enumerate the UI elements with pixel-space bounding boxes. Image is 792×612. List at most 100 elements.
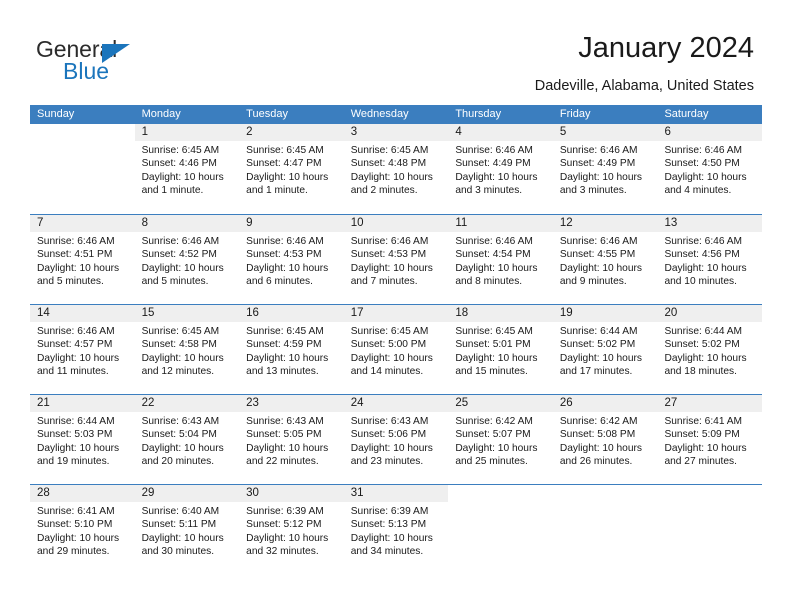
sunrise-text: Sunrise: 6:46 AM	[141, 236, 220, 247]
day-details: Sunrise: 6:45 AM Sunset: 4:47 PM Dayligh…	[239, 141, 344, 198]
week-row: 7 Sunrise: 6:46 AM Sunset: 4:51 PM Dayli…	[30, 214, 763, 304]
weekday-header-monday: Monday	[141, 108, 181, 120]
day-details	[30, 141, 135, 144]
sunset-text: Sunset: 4:50 PM	[664, 158, 740, 170]
day-cell[interactable]: 13 Sunrise: 6:46 AM Sunset: 4:56 PM Dayl…	[657, 215, 763, 304]
sunrise-text: Sunrise: 6:45 AM	[350, 145, 429, 156]
day-cell[interactable]: 3 Sunrise: 6:45 AM Sunset: 4:48 PM Dayli…	[343, 124, 449, 214]
day-cell[interactable]: 22 Sunrise: 6:43 AM Sunset: 5:04 PM Dayl…	[134, 395, 240, 484]
sunrise-text: Sunrise: 6:44 AM	[664, 326, 743, 337]
day-details: Sunrise: 6:45 AM Sunset: 5:00 PM Dayligh…	[344, 322, 449, 379]
day-number: 15	[134, 305, 240, 322]
sunset-text: Sunset: 4:53 PM	[350, 249, 427, 261]
sunrise-text: Sunrise: 6:46 AM	[37, 236, 115, 247]
day-cell[interactable]: 30 Sunrise: 6:39 AM Sunset: 5:12 PM Dayl…	[239, 485, 344, 574]
day-details: Sunrise: 6:44 AM Sunset: 5:02 PM Dayligh…	[657, 322, 762, 379]
day-details: Sunrise: 6:39 AM Sunset: 5:13 PM Dayligh…	[344, 502, 449, 559]
day-number: 26	[552, 395, 658, 412]
day-cell[interactable]: 1 Sunrise: 6:45 AM Sunset: 4:46 PM Dayli…	[134, 124, 240, 214]
day-number: 10	[343, 215, 449, 232]
sunrise-text: Sunrise: 6:45 AM	[141, 145, 220, 156]
day-number: 25	[448, 395, 553, 412]
daylight-text: Daylight: 10 hours and 9 minutes.	[559, 262, 643, 288]
daylight-text: Daylight: 10 hours and 1 minute.	[246, 171, 329, 197]
day-cell[interactable]: 23 Sunrise: 6:43 AM Sunset: 5:05 PM Dayl…	[239, 395, 344, 484]
day-details: Sunrise: 6:44 AM Sunset: 5:03 PM Dayligh…	[30, 412, 135, 469]
day-details: Sunrise: 6:46 AM Sunset: 4:56 PM Dayligh…	[657, 232, 762, 289]
sunset-text: Sunset: 4:48 PM	[350, 158, 427, 170]
day-cell[interactable]: 20 Sunrise: 6:44 AM Sunset: 5:02 PM Dayl…	[657, 305, 763, 394]
sunrise-text: Sunrise: 6:46 AM	[246, 236, 324, 247]
sunrise-text: Sunrise: 6:43 AM	[246, 416, 324, 427]
daylight-text: Daylight: 10 hours and 34 minutes.	[350, 532, 433, 558]
sunset-text: Sunset: 5:12 PM	[246, 519, 322, 531]
day-cell[interactable]: 18 Sunrise: 6:45 AM Sunset: 5:01 PM Dayl…	[448, 305, 553, 394]
day-cell[interactable]: 12 Sunrise: 6:46 AM Sunset: 4:55 PM Dayl…	[552, 215, 658, 304]
sunset-text: Sunset: 4:46 PM	[141, 158, 217, 170]
day-cell[interactable]: 14 Sunrise: 6:46 AM Sunset: 4:57 PM Dayl…	[30, 305, 135, 394]
day-cell[interactable]	[552, 485, 658, 574]
day-cell[interactable]: 21 Sunrise: 6:44 AM Sunset: 5:03 PM Dayl…	[30, 395, 135, 484]
daylight-text: Daylight: 10 hours and 30 minutes.	[141, 532, 224, 558]
day-number: 5	[552, 124, 658, 141]
weekday-header-sunday: Sunday	[37, 108, 75, 120]
day-cell[interactable]: 27 Sunrise: 6:41 AM Sunset: 5:09 PM Dayl…	[657, 395, 763, 484]
sunrise-text: Sunrise: 6:46 AM	[37, 326, 115, 337]
day-cell[interactable]: 25 Sunrise: 6:42 AM Sunset: 5:07 PM Dayl…	[448, 395, 553, 484]
day-cell[interactable]: 17 Sunrise: 6:45 AM Sunset: 5:00 PM Dayl…	[343, 305, 449, 394]
sunrise-text: Sunrise: 6:42 AM	[455, 416, 533, 427]
day-number: 14	[30, 305, 135, 322]
day-cell[interactable]: 5 Sunrise: 6:46 AM Sunset: 4:49 PM Dayli…	[552, 124, 658, 214]
day-details: Sunrise: 6:46 AM Sunset: 4:54 PM Dayligh…	[448, 232, 553, 289]
day-cell[interactable]	[30, 124, 135, 214]
day-cell[interactable]: 26 Sunrise: 6:42 AM Sunset: 5:08 PM Dayl…	[552, 395, 658, 484]
day-number: 23	[239, 395, 344, 412]
daylight-text: Daylight: 10 hours and 17 minutes.	[559, 352, 643, 378]
day-cell[interactable]	[448, 485, 553, 574]
day-number: 7	[30, 215, 135, 232]
sunrise-text: Sunrise: 6:45 AM	[455, 326, 533, 337]
sunset-text: Sunset: 4:49 PM	[455, 158, 531, 170]
day-cell[interactable]: 24 Sunrise: 6:43 AM Sunset: 5:06 PM Dayl…	[343, 395, 449, 484]
day-details: Sunrise: 6:45 AM Sunset: 4:59 PM Dayligh…	[239, 322, 344, 379]
sunset-text: Sunset: 5:11 PM	[141, 519, 217, 531]
day-number: 16	[239, 305, 344, 322]
day-cell[interactable]: 31 Sunrise: 6:39 AM Sunset: 5:13 PM Dayl…	[343, 485, 449, 574]
sunset-text: Sunset: 4:52 PM	[141, 249, 217, 261]
daylight-text: Daylight: 10 hours and 19 minutes.	[37, 442, 120, 468]
day-details: Sunrise: 6:39 AM Sunset: 5:12 PM Dayligh…	[239, 502, 344, 559]
calendar-page: General Blue January 2024 Dadeville, Ala…	[0, 0, 792, 612]
day-details: Sunrise: 6:43 AM Sunset: 5:04 PM Dayligh…	[135, 412, 240, 469]
day-cell[interactable]: 10 Sunrise: 6:46 AM Sunset: 4:53 PM Dayl…	[343, 215, 449, 304]
daylight-text: Daylight: 10 hours and 4 minutes.	[664, 171, 747, 197]
daylight-text: Daylight: 10 hours and 5 minutes.	[141, 262, 224, 288]
day-cell[interactable]: 16 Sunrise: 6:45 AM Sunset: 4:59 PM Dayl…	[239, 305, 344, 394]
day-cell[interactable]: 4 Sunrise: 6:46 AM Sunset: 4:49 PM Dayli…	[448, 124, 553, 214]
day-details: Sunrise: 6:46 AM Sunset: 4:53 PM Dayligh…	[239, 232, 344, 289]
sunset-text: Sunset: 5:02 PM	[664, 339, 740, 351]
day-details: Sunrise: 6:45 AM Sunset: 4:48 PM Dayligh…	[344, 141, 449, 198]
day-cell[interactable]: 9 Sunrise: 6:46 AM Sunset: 4:53 PM Dayli…	[239, 215, 344, 304]
day-cell[interactable]: 11 Sunrise: 6:46 AM Sunset: 4:54 PM Dayl…	[448, 215, 553, 304]
day-cell[interactable]: 7 Sunrise: 6:46 AM Sunset: 4:51 PM Dayli…	[30, 215, 135, 304]
day-cell[interactable]: 15 Sunrise: 6:45 AM Sunset: 4:58 PM Dayl…	[134, 305, 240, 394]
day-cell[interactable]: 6 Sunrise: 6:46 AM Sunset: 4:50 PM Dayli…	[657, 124, 763, 214]
day-cell[interactable]: 28 Sunrise: 6:41 AM Sunset: 5:10 PM Dayl…	[30, 485, 135, 574]
sunset-text: Sunset: 5:05 PM	[246, 429, 322, 441]
day-cell[interactable]: 8 Sunrise: 6:46 AM Sunset: 4:52 PM Dayli…	[134, 215, 240, 304]
daylight-text: Daylight: 10 hours and 1 minute.	[141, 171, 224, 197]
day-details	[657, 502, 762, 505]
sunset-text: Sunset: 5:08 PM	[559, 429, 636, 441]
logo-text-blue: Blue	[63, 58, 110, 84]
daylight-text: Daylight: 10 hours and 27 minutes.	[664, 442, 747, 468]
sunset-text: Sunset: 5:02 PM	[559, 339, 636, 351]
day-number: 31	[343, 485, 449, 502]
day-details: Sunrise: 6:46 AM Sunset: 4:55 PM Dayligh…	[553, 232, 658, 289]
general-blue-logo[interactable]: General Blue	[36, 36, 176, 88]
day-cell[interactable]: 19 Sunrise: 6:44 AM Sunset: 5:02 PM Dayl…	[552, 305, 658, 394]
day-cell[interactable]: 2 Sunrise: 6:45 AM Sunset: 4:47 PM Dayli…	[239, 124, 344, 214]
day-cell[interactable]: 29 Sunrise: 6:40 AM Sunset: 5:11 PM Dayl…	[134, 485, 240, 574]
day-number: 11	[448, 215, 553, 232]
day-cell[interactable]	[657, 485, 763, 574]
daylight-text: Daylight: 10 hours and 26 minutes.	[559, 442, 643, 468]
